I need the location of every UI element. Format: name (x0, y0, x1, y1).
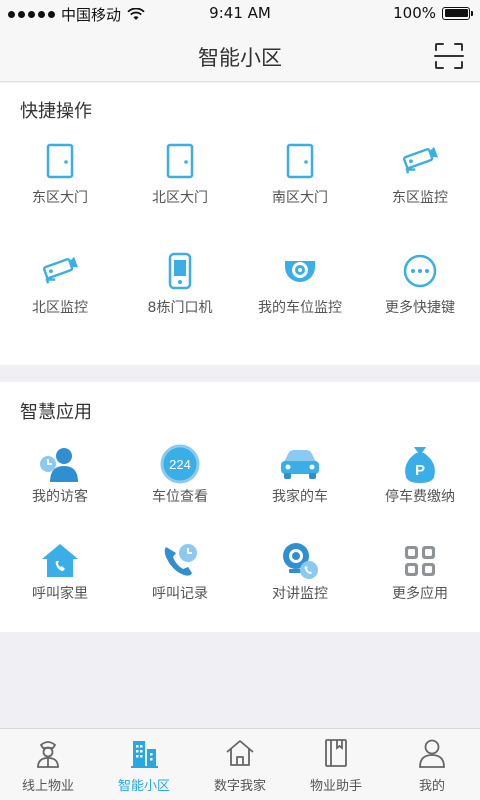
tab-label: 物业助手 (309, 779, 362, 794)
app-item-label: 我的访客 (32, 489, 88, 505)
camera-icon (40, 251, 80, 291)
battery-percent: 100% (393, 4, 436, 22)
tab-smart-community[interactable]: 智能小区 (96, 729, 192, 800)
app-item-label: 我家的车 (272, 489, 328, 505)
quick-item-label: 北区监控 (32, 300, 88, 316)
app-item-label: 对讲监控 (272, 586, 328, 602)
app-item-more-apps[interactable]: 更多应用 (360, 539, 480, 636)
camera-icon (400, 141, 440, 181)
quick-item-label: 我的车位监控 (258, 300, 342, 316)
app-item-call-log[interactable]: 呼叫记录 (120, 539, 240, 636)
app-item-label: 呼叫家里 (32, 586, 88, 602)
car-icon (278, 442, 322, 486)
quick-item-label: 东区大门 (32, 190, 88, 206)
quick-item-my-parking-monitor[interactable]: 我的车位监控 (240, 251, 360, 361)
app-item-parking-fee[interactable]: P 停车费缴纳 (360, 442, 480, 539)
quick-item-east-monitor[interactable]: 东区监控 (360, 141, 480, 251)
book-icon (325, 739, 347, 767)
app-item-label: 停车费缴纳 (385, 489, 455, 505)
app-item-intercom-monitor[interactable]: 对讲监控 (240, 539, 360, 636)
building-icon (131, 741, 158, 768)
app-item-label: 车位查看 (152, 489, 208, 505)
scan-icon[interactable] (434, 42, 464, 70)
quick-item-more-shortcuts[interactable]: 更多快捷键 (360, 251, 480, 361)
section-title-apps: 智慧应用 (20, 402, 92, 423)
parking-count-badge: 224 (169, 457, 191, 472)
tab-mine[interactable]: 我的 (384, 729, 480, 800)
quick-actions-grid: 东区大门 北区大门 南区大门 东区监控 北区监控 8栋门口机 我的车位监控 更多… (0, 141, 480, 361)
section-title-quick: 快捷操作 (20, 101, 92, 122)
tab-bar: 线上物业 智能小区 数字我家 物业助手 我的 (0, 728, 480, 800)
quick-item-east-gate[interactable]: 东区大门 (0, 141, 120, 251)
quick-item-label: 8栋门口机 (147, 300, 213, 316)
door-icon (160, 141, 200, 181)
user-icon (419, 739, 445, 768)
smart-apps-grid: 我的访客 224 车位查看 我家的车 P 停车费缴纳 呼叫家里 呼叫记录 对讲监… (0, 442, 480, 636)
tab-online-property[interactable]: 线上物业 (0, 729, 96, 800)
app-item-label: 呼叫记录 (152, 586, 208, 602)
quick-item-label: 东区监控 (392, 190, 448, 206)
tab-digital-home[interactable]: 数字我家 (192, 729, 288, 800)
smart-apps-panel: 智慧应用 我的访客 224 车位查看 我家的车 P 停车费缴纳 呼叫家里 呼叫记… (0, 382, 480, 632)
call-home-icon (38, 539, 82, 583)
more-apps-icon (398, 539, 442, 583)
call-log-icon (158, 539, 202, 583)
page-title: 智能小区 (198, 46, 282, 70)
tab-label: 我的 (418, 779, 445, 794)
status-bar: 中国移动 9:41 AM 100% (0, 0, 480, 28)
app-item-parking-view[interactable]: 224 车位查看 (120, 442, 240, 539)
quick-actions-panel: 快捷操作 东区大门 北区大门 南区大门 东区监控 北区监控 8栋门口机 我的车位… (0, 83, 480, 365)
quick-item-north-monitor[interactable]: 北区监控 (0, 251, 120, 361)
door-icon (40, 141, 80, 181)
quick-item-north-gate[interactable]: 北区大门 (120, 141, 240, 251)
tab-label: 线上物业 (21, 779, 74, 794)
door-icon (280, 141, 320, 181)
quick-item-building8-intercom[interactable]: 8栋门口机 (120, 251, 240, 361)
quick-item-label: 更多快捷键 (385, 300, 455, 316)
nav-bar: 智能小区 (0, 28, 480, 82)
app-item-call-home[interactable]: 呼叫家里 (0, 539, 120, 636)
tab-property-assistant[interactable]: 物业助手 (288, 729, 384, 800)
intercom-icon (278, 539, 322, 583)
quick-item-label: 北区大门 (152, 190, 208, 206)
quick-item-label: 南区大门 (272, 190, 328, 206)
status-right: 100% (393, 4, 473, 22)
app-item-my-car[interactable]: 我家的车 (240, 442, 360, 539)
battery-icon (442, 6, 473, 20)
phone-device-icon (160, 251, 200, 291)
quick-item-south-gate[interactable]: 南区大门 (240, 141, 360, 251)
visitor-icon (38, 442, 82, 486)
more-icon (400, 251, 440, 291)
app-item-label: 更多应用 (392, 586, 448, 602)
property-staff-icon (37, 741, 59, 768)
dome-camera-icon (280, 251, 320, 291)
app-item-visitors[interactable]: 我的访客 (0, 442, 120, 539)
tab-label: 智能小区 (117, 779, 170, 794)
parking-count-icon: 224 (158, 442, 202, 486)
parking-fee-icon: P (398, 442, 442, 486)
svg-text:P: P (415, 462, 425, 479)
tab-label: 数字我家 (213, 779, 266, 794)
home-icon (226, 740, 254, 766)
